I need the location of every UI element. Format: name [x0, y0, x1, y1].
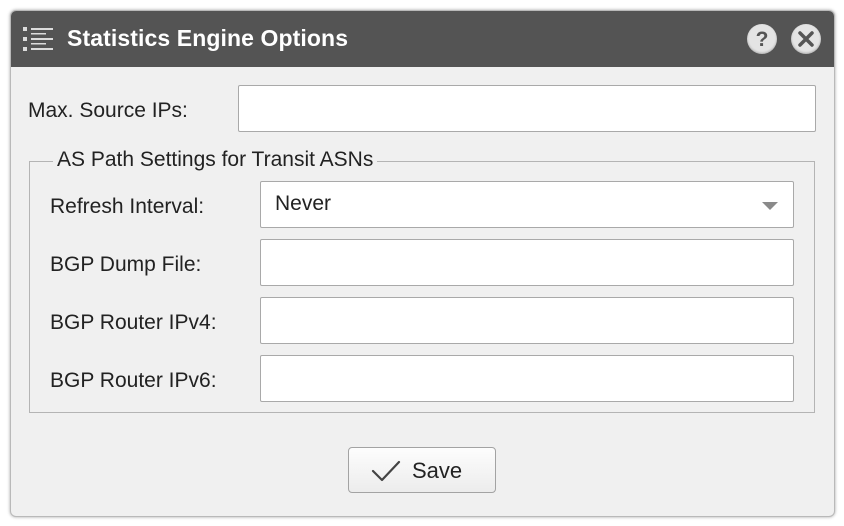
bgp-router-ipv4-field[interactable] — [260, 297, 794, 344]
close-icon — [798, 31, 814, 47]
as-path-settings-legend: AS Path Settings for Transit ASNs — [53, 148, 378, 172]
refresh-interval-value: Never — [275, 192, 332, 215]
help-button[interactable]: ? — [747, 24, 777, 54]
bgp-router-ipv4-label: BGP Router IPv4: — [50, 311, 217, 334]
bgp-router-ipv6-input[interactable] — [261, 356, 793, 401]
chevron-down-icon[interactable] — [762, 202, 778, 210]
max-source-ips-input[interactable] — [239, 86, 815, 131]
bgp-dump-file-input[interactable] — [261, 240, 793, 285]
max-source-ips-label: Max. Source IPs: — [28, 99, 188, 122]
svg-text:?: ? — [756, 28, 769, 51]
refresh-interval-label: Refresh Interval: — [50, 195, 205, 218]
checkmark-icon — [371, 460, 401, 482]
bgp-dump-file-label: BGP Dump File: — [50, 253, 202, 276]
bgp-router-ipv4-input[interactable] — [261, 298, 793, 343]
save-button-label: Save — [412, 458, 463, 483]
help-icon: ? — [756, 28, 769, 51]
refresh-interval-select[interactable]: Never — [260, 181, 794, 228]
max-source-ips-field[interactable] — [238, 85, 816, 132]
bgp-router-ipv6-field[interactable] — [260, 355, 794, 402]
dialog-titlebar[interactable]: Statistics Engine Options ? — [11, 11, 834, 67]
list-icon — [23, 27, 53, 51]
bgp-router-ipv6-label: BGP Router IPv6: — [50, 369, 217, 392]
statistics-engine-options-dialog: Statistics Engine Options ? Max. Source … — [10, 10, 835, 517]
close-button[interactable] — [791, 24, 821, 54]
dialog-title: Statistics Engine Options — [67, 25, 349, 51]
save-button[interactable]: Save — [348, 447, 496, 493]
bgp-dump-file-field[interactable] — [260, 239, 794, 286]
